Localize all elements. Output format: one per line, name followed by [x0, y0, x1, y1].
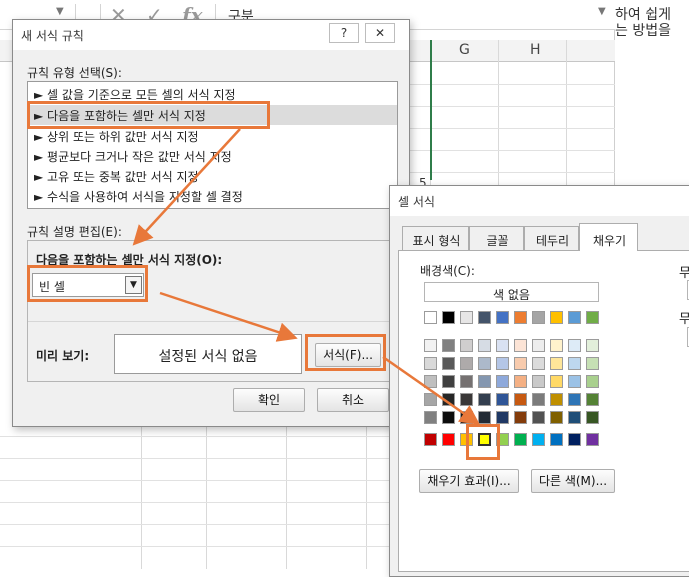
annotation-arrows	[132, 128, 481, 425]
arrow-combo-to-format	[159, 291, 298, 342]
arrow-rule-to-combo	[132, 128, 241, 246]
arrow-format-to-yellow	[382, 355, 481, 425]
tab-fill[interactable]: 채우기	[579, 223, 638, 251]
